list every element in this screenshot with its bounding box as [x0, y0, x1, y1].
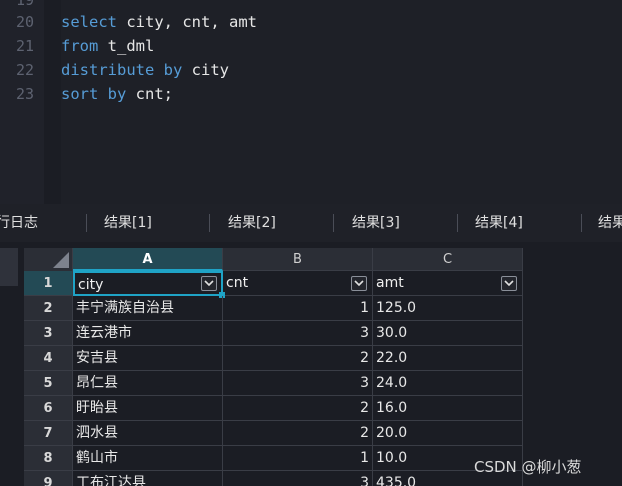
- cell-cnt[interactable]: 1: [223, 296, 373, 321]
- row-header[interactable]: 8: [24, 446, 73, 471]
- tab-divider: [581, 214, 582, 232]
- field-name: cnt: [226, 275, 249, 291]
- sql-text: cnt;: [126, 85, 173, 103]
- tab-divider: [86, 214, 87, 232]
- line-number: 21: [15, 37, 34, 55]
- filter-dropdown-icon[interactable]: [501, 276, 517, 291]
- tab-result-3[interactable]: 结果[3]: [352, 204, 400, 242]
- row-header[interactable]: 4: [24, 346, 73, 371]
- cell-cnt[interactable]: 1: [223, 446, 373, 471]
- cell-city[interactable]: 连云港市: [73, 321, 223, 346]
- sql-text: t_dml: [98, 37, 155, 55]
- column-header-c[interactable]: C: [373, 248, 523, 271]
- sql-editor[interactable]: 19 20 select city, cnt, amt 21 from t_dml 22 d…: [0, 0, 622, 204]
- line-number: 22: [15, 61, 34, 79]
- sql-text: city, cnt, amt: [117, 13, 257, 31]
- code-line[interactable]: from t_dml: [61, 34, 154, 58]
- cell-amt[interactable]: 16.0: [373, 396, 523, 421]
- code-line[interactable]: sort by cnt;: [61, 82, 173, 106]
- line-number: 23: [15, 85, 34, 103]
- filter-dropdown-icon[interactable]: [201, 276, 217, 291]
- side-panel-mark: ·: [0, 360, 1, 375]
- tab-result-5[interactable]: 结果: [598, 204, 622, 242]
- cell-city[interactable]: 丰宁满族自治县: [73, 296, 223, 321]
- filter-dropdown-icon[interactable]: [351, 276, 367, 291]
- column-header-b[interactable]: B: [223, 248, 373, 271]
- cell-cnt[interactable]: 3: [223, 471, 373, 486]
- cell-city[interactable]: 安吉县: [73, 346, 223, 371]
- cell-city[interactable]: 昂仁县: [73, 371, 223, 396]
- tab-divider: [457, 214, 458, 232]
- cell-cnt[interactable]: 3: [223, 371, 373, 396]
- tab-divider: [209, 214, 210, 232]
- tab-result-1[interactable]: 结果[1]: [104, 204, 152, 242]
- field-name: amt: [376, 275, 404, 291]
- row-header[interactable]: 2: [24, 296, 73, 321]
- side-panel-mark: ·: [0, 312, 1, 327]
- field-name: city: [78, 277, 104, 293]
- sql-keyword: from: [61, 37, 99, 55]
- row-header[interactable]: 5: [24, 371, 73, 396]
- side-panel-mark: ·: [0, 398, 1, 413]
- cell-city[interactable]: 工布江达县: [73, 471, 223, 486]
- result-tabs-bar: 行日志 结果[1] 结果[2] 结果[3] 结果[4] 结果: [0, 204, 622, 243]
- sql-keyword: sort by: [61, 85, 127, 103]
- cell-cnt[interactable]: 2: [223, 396, 373, 421]
- cell-city[interactable]: 泗水县: [73, 421, 223, 446]
- grid-empty-area: [524, 248, 622, 486]
- cell-amt[interactable]: 125.0: [373, 296, 523, 321]
- cell-amt[interactable]: 22.0: [373, 346, 523, 371]
- tab-result-2[interactable]: 结果[2]: [228, 204, 276, 242]
- tab-result-4[interactable]: 结果[4]: [475, 204, 523, 242]
- cell-amt[interactable]: 30.0: [373, 321, 523, 346]
- cell-cnt[interactable]: 3: [223, 321, 373, 346]
- cell-cnt[interactable]: 2: [223, 421, 373, 446]
- sql-text: city: [182, 61, 229, 79]
- row-header[interactable]: 7: [24, 421, 73, 446]
- code-line[interactable]: select city, cnt, amt: [61, 10, 257, 34]
- result-grid[interactable]: A B C 1 city cnt amt 2 丰宁满族自治县 1 125.0 3 连云港市 3 30.0 4 安…: [24, 248, 524, 486]
- tab-divider: [333, 214, 334, 232]
- code-line[interactable]: distribute by city: [61, 58, 229, 82]
- row-header[interactable]: 1: [24, 271, 73, 296]
- sql-keyword: select: [61, 13, 117, 31]
- sql-keyword: distribute by: [61, 61, 183, 79]
- column-header-a[interactable]: A: [73, 248, 223, 271]
- tab-run-log[interactable]: 行日志: [0, 204, 38, 242]
- cell-city[interactable]: 鹤山市: [73, 446, 223, 471]
- cell-city[interactable]: 盱眙县: [73, 396, 223, 421]
- row-header[interactable]: 3: [24, 321, 73, 346]
- row-header[interactable]: 9: [24, 471, 73, 486]
- cell-amt[interactable]: 20.0: [373, 421, 523, 446]
- cell-cnt[interactable]: 2: [223, 346, 373, 371]
- line-number: 20: [15, 13, 34, 31]
- cell-amt[interactable]: 24.0: [373, 371, 523, 396]
- left-side-panel: · · ·: [0, 248, 22, 486]
- side-panel-handle[interactable]: [0, 248, 18, 286]
- row-header[interactable]: 6: [24, 396, 73, 421]
- select-all-corner[interactable]: [24, 248, 73, 272]
- watermark: CSDN @柳小葱: [474, 458, 582, 476]
